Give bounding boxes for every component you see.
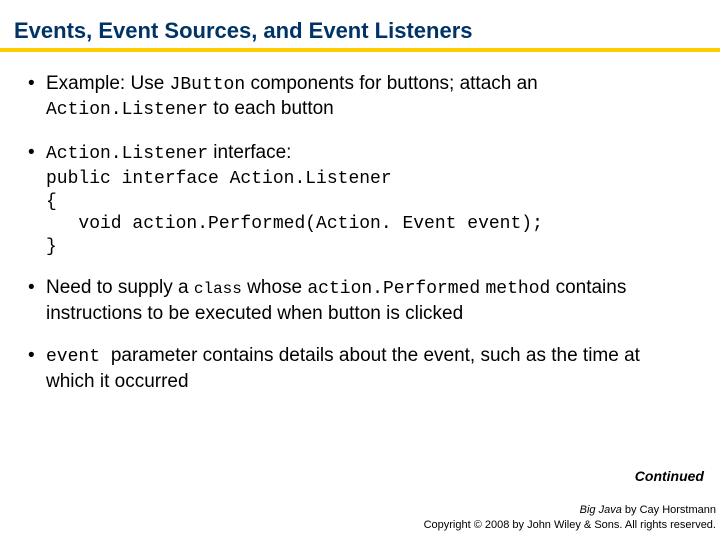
code-actionlistener: Action.Listener — [46, 100, 208, 120]
slide-title: Events, Event Sources, and Event Listene… — [0, 0, 720, 48]
bullet-2: • Action.Listener interface: public inte… — [28, 141, 692, 258]
text: to each button — [208, 98, 334, 119]
code-block-interface: public interface Action.Listener { void … — [46, 168, 692, 258]
code-class: class — [194, 280, 242, 298]
slide-footer: Big Java by Cay Horstmann Copyright © 20… — [424, 503, 716, 532]
bullet-body: Action.Listener interface: public interf… — [46, 141, 692, 258]
text: whose — [242, 277, 307, 298]
bullet-dot: • — [28, 141, 46, 258]
code-event: event — [46, 347, 111, 367]
text: parameter contains details about the eve… — [46, 345, 640, 391]
slide-content: • Example: Use JButton components for bu… — [0, 52, 720, 394]
bullet-dot: • — [28, 72, 46, 123]
footer-line1: Big Java by Cay Horstmann — [424, 503, 716, 517]
bullet-4: • event parameter contains details about… — [28, 344, 692, 394]
bullet-3: • Need to supply a class whose action.Pe… — [28, 276, 692, 326]
bullet-body: Example: Use JButton components for butt… — [46, 72, 692, 123]
code-method: method — [485, 279, 550, 299]
code-actionlistener: Action.Listener — [46, 144, 208, 164]
continued-label: Continued — [635, 468, 704, 484]
code-jbutton: JButton — [170, 75, 246, 95]
text: components for buttons; attach an — [245, 73, 538, 94]
bullet-body: Need to supply a class whose action.Perf… — [46, 276, 692, 326]
bullet-dot: • — [28, 276, 46, 326]
code-actionperformed: action.Performed — [307, 279, 480, 299]
bullet-body: event parameter contains details about t… — [46, 344, 692, 394]
copyright: Copyright © 2008 by John Wiley & Sons. A… — [424, 518, 716, 532]
book-title: Big Java — [580, 504, 622, 516]
bullet-dot: • — [28, 344, 46, 394]
text: Need to supply a — [46, 277, 194, 298]
text: interface: — [208, 142, 291, 163]
text: Example: Use — [46, 73, 170, 94]
bullet-1: • Example: Use JButton components for bu… — [28, 72, 692, 123]
author: by Cay Horstmann — [622, 504, 716, 516]
